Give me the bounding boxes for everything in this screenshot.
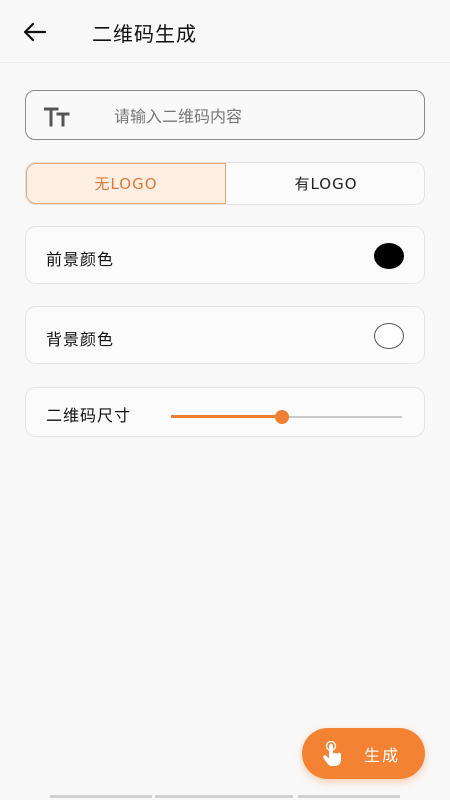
background-color-label: 背景颜色 bbox=[46, 330, 115, 349]
foreground-color-row[interactable]: 前景颜色 bbox=[25, 226, 425, 284]
qr-content-input[interactable] bbox=[114, 101, 414, 131]
qr-size-label: 二维码尺寸 bbox=[46, 406, 132, 425]
qr-size-slider[interactable] bbox=[171, 410, 402, 424]
bottom-indicator-3 bbox=[298, 795, 400, 798]
header-divider bbox=[0, 62, 450, 63]
arrow-left-icon bbox=[23, 22, 47, 42]
page-title: 二维码生成 bbox=[92, 22, 197, 46]
content-input-container[interactable] bbox=[25, 90, 425, 140]
bottom-indicator-2 bbox=[155, 795, 293, 798]
background-color-row[interactable]: 背景颜色 bbox=[25, 306, 425, 364]
foreground-color-swatch[interactable] bbox=[374, 243, 404, 269]
bottom-indicator-1 bbox=[50, 795, 152, 798]
logo-toggle: 无LOGO 有LOGO bbox=[25, 162, 425, 205]
no-logo-option[interactable]: 无LOGO bbox=[26, 163, 226, 204]
generate-button[interactable]: 生成 bbox=[302, 728, 425, 779]
back-button[interactable] bbox=[22, 20, 48, 44]
with-logo-option[interactable]: 有LOGO bbox=[226, 163, 424, 204]
foreground-color-label: 前景颜色 bbox=[46, 250, 115, 269]
tap-hand-icon bbox=[323, 741, 341, 766]
generate-label: 生成 bbox=[364, 746, 401, 765]
top-app-bar: 二维码生成 bbox=[0, 0, 450, 62]
background-color-swatch[interactable] bbox=[374, 323, 404, 349]
text-format-icon bbox=[44, 107, 70, 127]
qr-size-row: 二维码尺寸 bbox=[25, 387, 425, 437]
slider-thumb[interactable] bbox=[274, 410, 289, 424]
slider-fill bbox=[171, 415, 282, 418]
